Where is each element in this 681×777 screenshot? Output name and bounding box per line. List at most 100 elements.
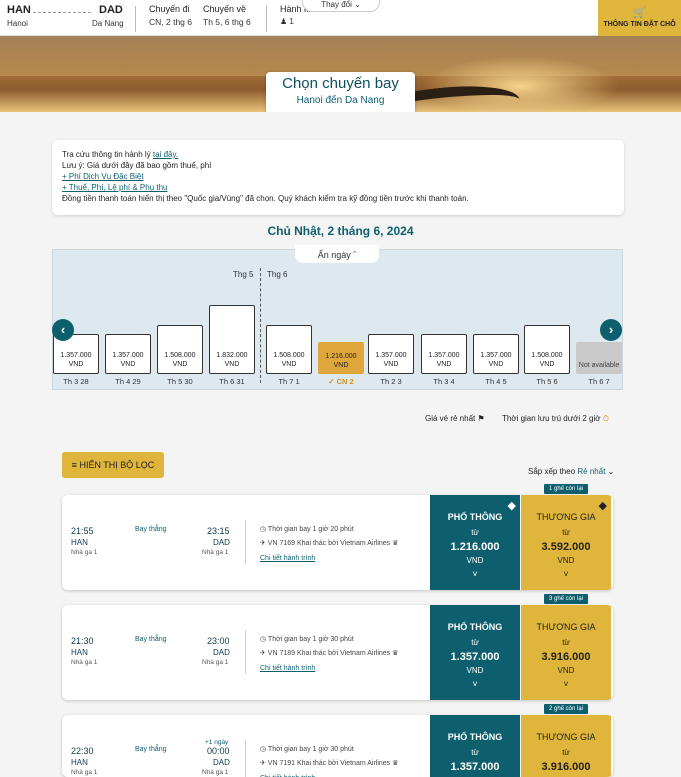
business-fare-name: THƯƠNG GIA (536, 512, 596, 522)
change-search-button[interactable]: Thay đổi ⌄ (302, 0, 380, 12)
business-fare-button[interactable]: THƯƠNG GIA từ 3.592.000 VND ˅ ◆ (521, 495, 611, 590)
calendar-day-label: Th 6 7 (588, 377, 610, 386)
itinerary-details-link[interactable]: Chi tiết hành trình (260, 555, 315, 562)
economy-currency: VND (466, 556, 484, 565)
economy-fare-button[interactable]: PHỔ THÔNGtừ1.357.000VND˅ (430, 605, 520, 700)
flight-type: Bay thẳng (135, 526, 167, 533)
arrival-terminal: Nhà ga 1 (202, 659, 229, 666)
show-filter-button[interactable]: ≡ HIỂN THỊ BỘ LỌC (62, 452, 164, 478)
business-price: 3.592.000 (541, 541, 591, 553)
calendar-day-price: 1.357.000 (60, 352, 92, 359)
tag-icon: ⚑ (477, 414, 485, 423)
calendar-day-bar[interactable]: 1.357.000 VND (368, 334, 414, 374)
calendar-day-bar[interactable]: 1.357.000 VND (105, 334, 151, 374)
legend-layover-label: Thời gian lưu trú dưới 2 giờ (502, 414, 601, 423)
economy-from-label: từ (471, 638, 479, 647)
business-from-label: từ (562, 528, 570, 537)
sort-dropdown[interactable]: Sắp xếp theo Rẻ nhất ⌄ (528, 467, 614, 476)
baggage-text: Tra cứu thông tin hành lý (62, 150, 151, 159)
seats-left-badge: 2 ghế còn lại (544, 704, 588, 714)
calendar-day-label: Th 6 31 (219, 377, 245, 386)
calendar-day-bar[interactable]: 1.216.000 VND (318, 342, 364, 374)
return-block[interactable]: Chuyến về Th 5, 6 thg 6 (203, 4, 251, 27)
return-label: Chuyến về (203, 4, 247, 14)
economy-fare-name: PHỔ THÔNG (447, 732, 503, 742)
calendar-day-currency: VND (488, 361, 504, 368)
arrival-code: DAD (213, 648, 230, 657)
calendar-day-bar[interactable]: 1.508.000 VND (157, 325, 203, 374)
calendar-day-bar[interactable]: 1.832.000 VND (209, 305, 255, 374)
calendar-day-label: Th 2 3 (380, 377, 402, 386)
calendar-day-price: Not available (578, 362, 620, 369)
chevron-down-icon: ⌄ (354, 0, 361, 9)
calendar-day-price: 1.357.000 (375, 352, 407, 359)
economy-fare-button[interactable]: PHỔ THÔNGtừ1.357.000VND˅ (430, 715, 520, 777)
calendar-day-bar: Not available (576, 342, 622, 374)
arrival-terminal: Nhà ga 1 (202, 769, 229, 776)
next-dates-arrow-icon[interactable]: › (600, 319, 622, 341)
filter-label: HIỂN THỊ BỘ LỌC (79, 460, 155, 470)
departure-terminal: Nhà ga 1 (71, 659, 98, 666)
economy-price: 1.357.000 (450, 651, 500, 663)
business-fare-button[interactable]: THƯƠNG GIAtừ3.916.000VND˅ (521, 715, 611, 777)
page-subtitle: Hanoi đến Da Nang (296, 95, 385, 106)
calendar-day-label: ✓ CN 2 (328, 377, 354, 386)
calendar-day-bar[interactable]: 1.508.000 VND (266, 325, 312, 374)
calendar-day-bar[interactable]: 1.357.000 VND (421, 334, 467, 374)
flight-number: ✈ VN 7191 Khai thác bởi Vietnam Airlines… (260, 760, 399, 767)
divider (245, 630, 246, 674)
calendar-day-label: Th 4 29 (115, 377, 141, 386)
hero-banner: Chọn chuyến bay Hanoi đến Da Nang (0, 36, 681, 112)
calendar-day-price: 1.357.000 (428, 352, 460, 359)
calendar-day-label: Th 5 30 (167, 377, 193, 386)
calendar-day-label: Th 3 4 (433, 377, 455, 386)
month-divider (260, 268, 261, 383)
flight-card[interactable]: 21:30 HAN Nhà ga 1 Bay thẳng 23:00 DAD Nhà ga … (62, 605, 613, 700)
calendar-day-price: 1.216.000 (325, 353, 357, 360)
tax-fee-link[interactable]: + Thuế, Phí, Lệ phí & Phụ thu (62, 183, 167, 192)
flight-duration: ◷ Thời gian bay 1 giờ 30 phút (260, 746, 354, 753)
plus-day-badge: +1 ngày (205, 739, 229, 746)
calendar-day-currency: VND (539, 361, 555, 368)
chevron-up-icon: ˆ (353, 250, 357, 260)
flight-card[interactable]: 22:30 HAN Nhà ga 1 Bay thẳng +1 ngày 00:00 DAD… (62, 715, 613, 777)
prev-dates-arrow-icon[interactable]: ‹ (52, 319, 74, 341)
departure-time: 21:55 (71, 526, 94, 536)
calendar-day-bar[interactable]: 1.357.000 VND (473, 334, 519, 374)
hide-dates-toggle[interactable]: Ẩn ngày ˆ (295, 245, 379, 263)
special-fee-link[interactable]: + Phí Dịch Vụ Đặc Biệt (62, 172, 144, 181)
calendar-day-label: Th 3 28 (63, 377, 89, 386)
business-fare-button[interactable]: THƯƠNG GIAtừ3.916.000VND˅ (521, 605, 611, 700)
calendar-day-currency: VND (120, 361, 136, 368)
baggage-link[interactable]: tại đây. (153, 150, 178, 159)
booking-info-label: THÔNG TIN ĐẶT CHỖ (603, 21, 676, 28)
itinerary-details-link[interactable]: Chi tiết hành trình (260, 665, 315, 672)
cart-icon: 🛒 (632, 7, 647, 19)
business-fare-name: THƯƠNG GIA (536, 732, 596, 742)
baggage-line: Tra cứu thông tin hành lý tại đây. (62, 149, 614, 160)
calendar-day-price: 1.508.000 (531, 352, 563, 359)
calendar-day-bar[interactable]: 1.508.000 VND (524, 325, 570, 374)
calendar-day-currency: VND (68, 361, 84, 368)
passenger-count-row: ♟ 1 (280, 17, 328, 26)
chevron-down-icon: ˅ (472, 569, 478, 579)
business-price: 3.916.000 (541, 651, 591, 663)
arrival-code: DAD (213, 758, 230, 767)
hero-title-card: Chọn chuyến bay Hanoi đến Da Nang (266, 72, 415, 112)
page-title: Chọn chuyến bay (282, 75, 399, 92)
timer-icon: ⏱ (602, 414, 609, 423)
chevron-down-icon: ˅ (472, 679, 478, 689)
calendar-day-label: Th 5 6 (536, 377, 558, 386)
booking-info-button[interactable]: 🛒 THÔNG TIN ĐẶT CHỖ (598, 0, 681, 36)
depart-label: Chuyến đi (149, 4, 190, 14)
filter-icon: ≡ (71, 460, 77, 470)
flight-card[interactable]: 21:55 HAN Nhà ga 1 Bay thẳng 23:15 DAD Nhà ga … (62, 495, 613, 590)
tag-icon: ◆ (507, 500, 516, 512)
legend-cheapest: Giá vé rẻ nhất ⚑ (425, 414, 485, 423)
arrival-time: 23:15 (207, 526, 230, 536)
depart-block[interactable]: Chuyến đi CN, 2 thg 6 (149, 4, 192, 27)
flight-type: Bay thẳng (135, 636, 167, 643)
legend-layover: Thời gian lưu trú dưới 2 giờ ⏱ (502, 414, 609, 424)
economy-fare-button[interactable]: PHỔ THÔNG từ 1.216.000 VND ˅ ◆ (430, 495, 520, 590)
divider (135, 6, 136, 32)
